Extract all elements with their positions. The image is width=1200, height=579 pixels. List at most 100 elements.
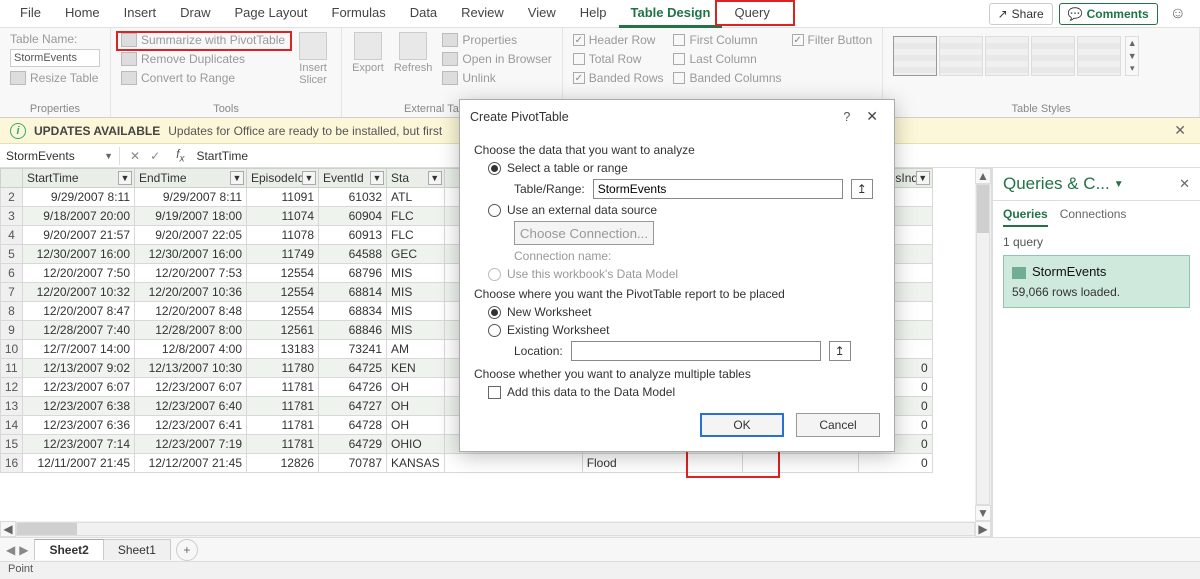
- insert-slicer-button[interactable]: Insert Slicer: [295, 32, 331, 86]
- scroll-down-arrow[interactable]: ▼: [975, 505, 991, 521]
- cell[interactable]: 12/20/2007 10:36: [135, 283, 247, 302]
- ribbon-tab-view[interactable]: View: [516, 0, 568, 28]
- option-new-worksheet[interactable]: New Worksheet: [488, 305, 880, 319]
- cell[interactable]: MIS: [387, 283, 445, 302]
- cell[interactable]: 12/20/2007 8:47: [23, 302, 135, 321]
- cell[interactable]: 12/20/2007 7:53: [135, 264, 247, 283]
- cell[interactable]: 68796: [319, 264, 387, 283]
- cell[interactable]: 12554: [247, 283, 319, 302]
- collapse-dialog-button[interactable]: ↥: [851, 179, 873, 199]
- cell[interactable]: 11781: [247, 435, 319, 454]
- cell[interactable]: 12/23/2007 6:36: [23, 416, 135, 435]
- row-header[interactable]: 12: [1, 378, 23, 397]
- share-button[interactable]: ↗Share: [989, 3, 1053, 25]
- row-header[interactable]: 7: [1, 283, 23, 302]
- hscroll-track[interactable]: [16, 522, 975, 536]
- vscroll-track[interactable]: [976, 184, 990, 505]
- cell[interactable]: 12/12/2007 21:45: [135, 454, 247, 473]
- option-existing-worksheet[interactable]: Existing Worksheet: [488, 323, 880, 337]
- pane-tab-connections[interactable]: Connections: [1060, 207, 1127, 227]
- cell[interactable]: 68814: [319, 283, 387, 302]
- cell[interactable]: 11074: [247, 207, 319, 226]
- cell[interactable]: 12/28/2007 7:40: [23, 321, 135, 340]
- cell[interactable]: 73241: [319, 340, 387, 359]
- banded-rows-checkbox[interactable]: [573, 72, 585, 84]
- row-header[interactable]: 15: [1, 435, 23, 454]
- cell[interactable]: GEC: [387, 245, 445, 264]
- cell[interactable]: 13183: [247, 340, 319, 359]
- location-input[interactable]: [571, 341, 821, 361]
- cell[interactable]: OHIO: [387, 435, 445, 454]
- cell[interactable]: 12554: [247, 264, 319, 283]
- vertical-scrollbar[interactable]: ▲ ▼: [975, 168, 991, 521]
- radio-select-range[interactable]: [488, 162, 501, 175]
- cell[interactable]: 64726: [319, 378, 387, 397]
- cell[interactable]: 11091: [247, 188, 319, 207]
- row-header[interactable]: 2: [1, 188, 23, 207]
- horizontal-scrollbar[interactable]: ◀ ▶: [0, 521, 991, 537]
- new-sheet-button[interactable]: +: [176, 539, 198, 561]
- table-styles-more[interactable]: ▲▼▾: [1125, 36, 1139, 76]
- cell[interactable]: 70787: [319, 454, 387, 473]
- enter-formula-icon[interactable]: ✓: [150, 149, 160, 163]
- cell[interactable]: 64725: [319, 359, 387, 378]
- ribbon-tab-page-layout[interactable]: Page Layout: [223, 0, 320, 28]
- cell[interactable]: 64729: [319, 435, 387, 454]
- row-header[interactable]: 9: [1, 321, 23, 340]
- cell[interactable]: 61032: [319, 188, 387, 207]
- cell[interactable]: 64588: [319, 245, 387, 264]
- feedback-smiley-icon[interactable]: ☺: [1164, 5, 1192, 23]
- cell[interactable]: OH: [387, 397, 445, 416]
- filter-dropdown-icon[interactable]: ▼: [428, 171, 442, 185]
- cell[interactable]: 68834: [319, 302, 387, 321]
- unlink-button[interactable]: Unlink: [442, 70, 551, 86]
- table-style-thumb[interactable]: [893, 36, 937, 76]
- row-header[interactable]: 3: [1, 207, 23, 226]
- dialog-help-button[interactable]: ?: [833, 110, 860, 124]
- message-bar-close[interactable]: ✕: [1170, 122, 1190, 139]
- ribbon-tab-help[interactable]: Help: [568, 0, 619, 28]
- filter-dropdown-icon[interactable]: ▼: [230, 171, 244, 185]
- fx-icon[interactable]: fx: [170, 147, 190, 164]
- cell[interactable]: 12/23/2007 7:19: [135, 435, 247, 454]
- query-card[interactable]: StormEvents 59,066 rows loaded.: [1003, 255, 1190, 308]
- first-column-checkbox[interactable]: [673, 34, 685, 46]
- cancel-formula-icon[interactable]: ✕: [130, 149, 140, 163]
- column-header[interactable]: EndTime▼: [135, 169, 247, 188]
- row-header[interactable]: 14: [1, 416, 23, 435]
- last-column-checkbox[interactable]: [673, 53, 685, 65]
- cell[interactable]: KEN: [387, 359, 445, 378]
- cancel-button[interactable]: Cancel: [796, 413, 880, 437]
- table-range-input[interactable]: [593, 179, 843, 199]
- cell[interactable]: MIS: [387, 264, 445, 283]
- convert-to-range-button[interactable]: Convert to Range: [121, 70, 285, 86]
- ribbon-tab-table-design[interactable]: Table Design: [619, 0, 723, 28]
- summarize-pivottable-button[interactable]: Summarize with PivotTable: [121, 32, 285, 48]
- cell[interactable]: 12/28/2007 8:00: [135, 321, 247, 340]
- sheet-tab[interactable]: Sheet1: [103, 539, 171, 560]
- cell[interactable]: FLC: [387, 207, 445, 226]
- table-styles-gallery[interactable]: ▲▼▾: [893, 32, 1189, 76]
- cell[interactable]: 11749: [247, 245, 319, 264]
- cell[interactable]: 12/11/2007 21:45: [23, 454, 135, 473]
- filter-dropdown-icon[interactable]: ▼: [370, 171, 384, 185]
- column-header[interactable]: Sta▼: [387, 169, 445, 188]
- filter-dropdown-icon[interactable]: ▼: [916, 171, 930, 185]
- hscroll-thumb[interactable]: [17, 523, 77, 535]
- cell[interactable]: 12/8/2007 4:00: [135, 340, 247, 359]
- row-header[interactable]: 4: [1, 226, 23, 245]
- cell[interactable]: 0: [858, 454, 932, 473]
- cell[interactable]: 60904: [319, 207, 387, 226]
- collapse-location-button[interactable]: ↥: [829, 341, 851, 361]
- sheet-tab-active[interactable]: Sheet2: [34, 539, 103, 560]
- cell[interactable]: 9/20/2007 21:57: [23, 226, 135, 245]
- row-header[interactable]: 16: [1, 454, 23, 473]
- row-header[interactable]: 6: [1, 264, 23, 283]
- cell[interactable]: 12/23/2007 6:07: [135, 378, 247, 397]
- dialog-titlebar[interactable]: Create PivotTable ? ✕: [460, 100, 894, 133]
- resize-table-button[interactable]: Resize Table: [10, 70, 100, 86]
- cell[interactable]: 12554: [247, 302, 319, 321]
- cell[interactable]: [444, 454, 582, 473]
- open-in-browser-button[interactable]: Open in Browser: [442, 51, 551, 67]
- ribbon-tab-query[interactable]: Query: [722, 0, 781, 28]
